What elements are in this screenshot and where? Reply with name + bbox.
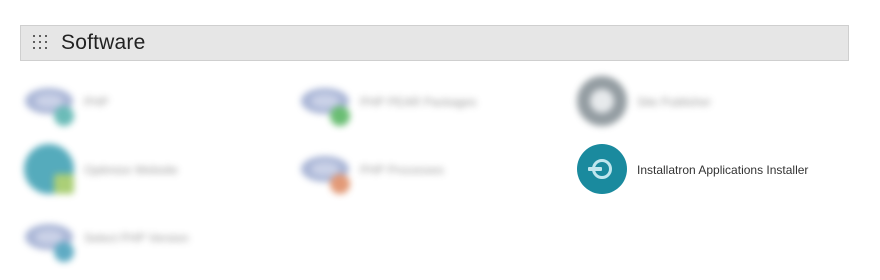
php-icon xyxy=(24,76,76,128)
optimize-website-icon xyxy=(24,144,76,196)
section-title: Software xyxy=(61,31,146,54)
software-item-php-pear[interactable]: PHP PEAR Packages xyxy=(300,76,477,128)
site-publisher-icon xyxy=(577,76,629,128)
software-item-select-php-version[interactable]: Select PHP Version xyxy=(24,212,189,264)
software-item-php[interactable]: PHP xyxy=(24,76,109,128)
item-label: Optimize Website xyxy=(84,163,178,177)
php-pear-packages-icon xyxy=(300,76,352,128)
item-label: Installatron Applications Installer xyxy=(637,163,809,177)
php-processes-icon xyxy=(300,144,352,196)
item-label: Site Publisher xyxy=(637,95,712,109)
item-label: PHP xyxy=(84,95,109,109)
software-item-site-publisher[interactable]: Site Publisher xyxy=(577,76,711,128)
software-item-optimize-website[interactable]: Optimize Website xyxy=(24,144,178,196)
grid-dots-icon xyxy=(33,35,49,51)
installatron-icon xyxy=(577,144,629,196)
software-item-installatron[interactable]: Installatron Applications Installer xyxy=(577,144,808,196)
select-php-version-icon xyxy=(24,212,76,264)
item-label: PHP Processes xyxy=(360,163,444,177)
item-label: PHP PEAR Packages xyxy=(360,95,477,109)
software-item-php-processes[interactable]: PHP Processes xyxy=(300,144,444,196)
item-label: Select PHP Version xyxy=(84,231,189,245)
software-section-header[interactable]: Software xyxy=(20,25,849,61)
